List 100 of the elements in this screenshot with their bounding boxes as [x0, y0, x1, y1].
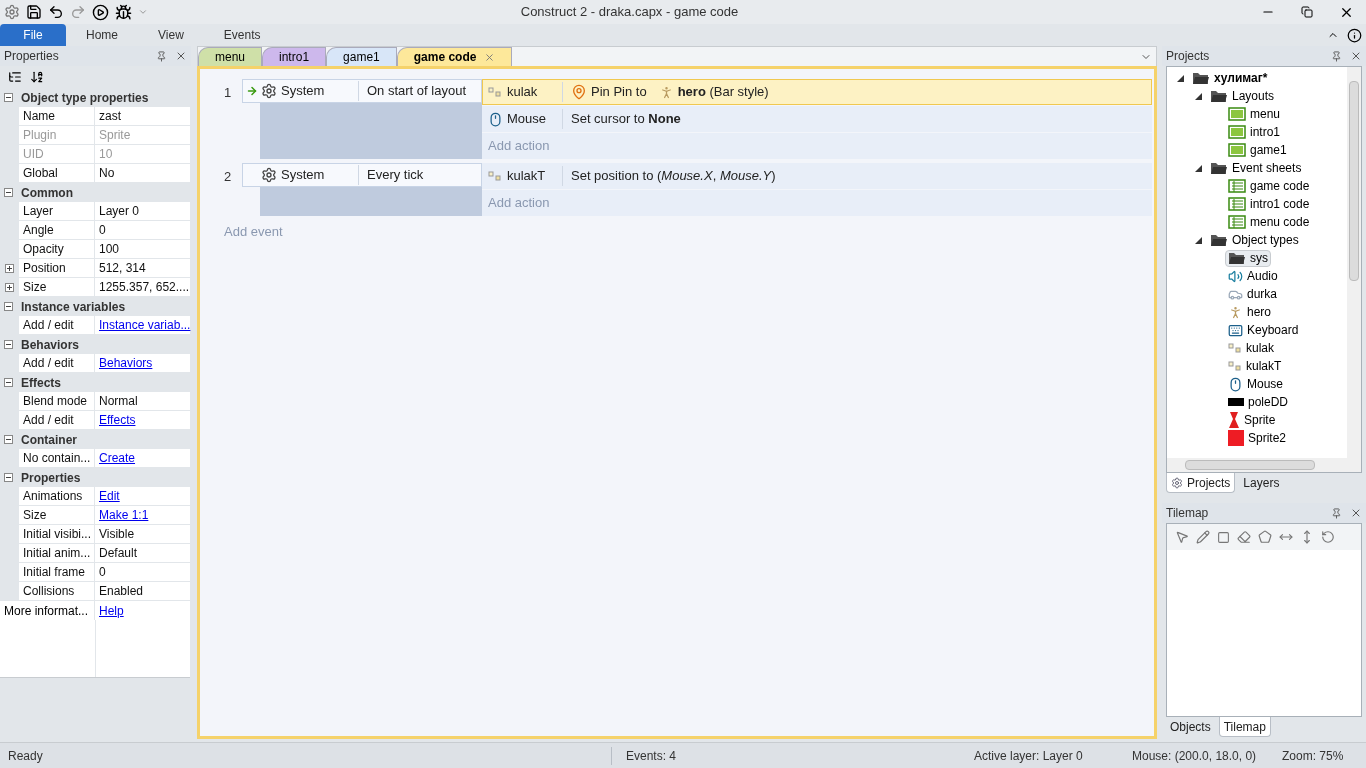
property-row[interactable]: Blend mode Normal	[0, 392, 191, 411]
tree-item[interactable]: Mouse	[1225, 375, 1287, 393]
collapse-icon[interactable]	[4, 435, 13, 444]
panel-title: Properties	[4, 48, 60, 65]
expanded-arrow-icon[interactable]	[1195, 92, 1202, 100]
save-icon[interactable]	[26, 4, 42, 20]
sort-icon[interactable]	[30, 70, 44, 84]
tree-item[interactable]: Sprite	[1225, 411, 1279, 429]
run-icon[interactable]	[92, 3, 109, 21]
property-row[interactable]: Collisions Enabled	[0, 582, 191, 601]
tree-item[interactable]: game code	[1225, 177, 1313, 195]
panel-tab[interactable]: Objects	[1166, 717, 1215, 737]
tree-item[interactable]: hero	[1225, 303, 1275, 321]
collapse-icon[interactable]	[4, 473, 13, 482]
property-row[interactable]: Opacity 100	[0, 240, 191, 259]
property-label: Add / edit	[23, 317, 74, 334]
event-action[interactable]: kulak Pin Pin to hero (Bar style)	[482, 79, 1152, 105]
close-tab-icon[interactable]	[484, 51, 496, 63]
categorized-icon[interactable]	[8, 70, 22, 84]
expanded-arrow-icon[interactable]	[1195, 164, 1202, 172]
eraser-icon[interactable]	[1237, 530, 1251, 544]
collapse-icon[interactable]	[4, 188, 13, 197]
ribbon-tab[interactable]: View	[138, 24, 204, 46]
tree-item[interactable]: Sprite2	[1225, 429, 1290, 447]
property-row[interactable]: Angle 0	[0, 221, 191, 240]
property-row[interactable]: Position 512, 314	[0, 259, 191, 278]
event-condition[interactable]: System Every tick	[242, 163, 482, 187]
ribbon-tab[interactable]: Home	[66, 24, 138, 46]
property-row[interactable]: Animations Edit	[0, 487, 191, 506]
document-tab[interactable]: menu	[198, 47, 263, 66]
property-row[interactable]: Layer Layer 0	[0, 202, 191, 221]
tree-item[interactable]: Keyboard	[1225, 321, 1302, 339]
property-value: 1255.357, 652....	[99, 279, 190, 296]
tree-item[interactable]: Audio	[1225, 267, 1281, 285]
tree-item[interactable]: poleDD	[1225, 393, 1292, 411]
property-value: 100	[99, 241, 120, 258]
rotate-icon[interactable]	[1321, 530, 1335, 544]
collapse-icon[interactable]	[4, 93, 13, 102]
tree-item[interactable]: kulakT	[1225, 357, 1285, 375]
tree-item[interactable]: intro1 code	[1225, 195, 1313, 213]
polygon-icon[interactable]	[1258, 530, 1272, 544]
event-condition[interactable]: System On start of layout	[242, 79, 482, 103]
tree-item[interactable]: durka	[1225, 285, 1281, 303]
expand-icon[interactable]	[5, 263, 14, 273]
property-row[interactable]: Add / edit Behaviors	[0, 354, 191, 373]
section-title: Effects	[21, 374, 61, 392]
pin-icon[interactable]	[1331, 507, 1342, 519]
app-gear-icon[interactable]	[4, 4, 20, 20]
property-row[interactable]: Initial frame 0	[0, 563, 191, 582]
property-row[interactable]: Add / edit Effects	[0, 411, 191, 430]
pin-icon[interactable]	[1331, 50, 1342, 62]
status-text: Ready	[0, 746, 612, 765]
property-row[interactable]: Global No	[0, 164, 191, 183]
horizontal-scrollbar[interactable]	[1167, 458, 1361, 472]
property-row[interactable]: Initial visibi... Visible	[0, 525, 191, 544]
collapse-icon[interactable]	[4, 302, 13, 311]
property-value: 10	[99, 146, 113, 163]
expanded-arrow-icon[interactable]	[1195, 236, 1202, 244]
expanded-arrow-icon[interactable]	[1177, 74, 1184, 82]
tree-item[interactable]: Event sheets	[1207, 159, 1305, 177]
property-row[interactable]: Name zast	[0, 107, 191, 126]
property-row[interactable]: Size 1255.357, 652....	[0, 278, 191, 297]
tree-item[interactable]: хулимаг*	[1189, 69, 1271, 87]
debug-icon[interactable]	[115, 3, 132, 21]
tree-item[interactable]: intro1	[1225, 123, 1284, 141]
pointer-icon[interactable]	[1175, 530, 1189, 544]
panel-tab[interactable]: Tilemap	[1218, 717, 1271, 737]
tree-item[interactable]: game1	[1225, 141, 1290, 159]
property-row[interactable]: No contain... Create	[0, 449, 191, 468]
document-tab[interactable]: intro1	[262, 47, 327, 66]
property-row[interactable]: Size Make 1:1	[0, 506, 191, 525]
event-action[interactable]: Mouse Set cursor to None	[482, 106, 1152, 132]
rectangle-icon[interactable]	[1217, 530, 1230, 544]
undo-icon[interactable]	[48, 4, 64, 20]
pin-icon[interactable]	[156, 50, 167, 62]
event-action[interactable]: kulakT Set position to (Mouse.X, Mouse.Y)	[482, 163, 1152, 189]
property-row[interactable]: Add / edit Instance variab...	[0, 316, 191, 335]
property-row[interactable]: Initial anim... Default	[0, 544, 191, 563]
collapse-icon[interactable]	[4, 340, 13, 349]
expand-icon[interactable]	[5, 282, 14, 292]
layout-icon	[1228, 125, 1246, 139]
restore-icon[interactable]	[1301, 6, 1313, 18]
ribbon-tab[interactable]: Events	[203, 24, 281, 46]
collapse-icon[interactable]	[4, 378, 13, 387]
tree-item[interactable]: Layouts	[1207, 87, 1278, 105]
document-tab[interactable]: game code	[396, 47, 513, 66]
tree-item[interactable]: Object types	[1207, 231, 1302, 249]
panel-tab[interactable]: Layers	[1239, 473, 1284, 493]
vertical-scrollbar[interactable]	[1347, 67, 1361, 458]
tree-item[interactable]: menu	[1225, 105, 1284, 123]
figure-icon	[1228, 304, 1243, 320]
square-icon	[1228, 430, 1244, 446]
panel-tab[interactable]: Projects	[1166, 473, 1236, 493]
tree-item[interactable]: sys	[1225, 249, 1271, 267]
info-icon[interactable]	[1347, 27, 1362, 43]
document-tab[interactable]: game1	[326, 47, 397, 66]
ribbon-tab[interactable]: File	[0, 24, 66, 46]
pencil-icon[interactable]	[1196, 530, 1210, 544]
tree-item[interactable]: kulak	[1225, 339, 1277, 357]
tree-item[interactable]: menu code	[1225, 213, 1313, 231]
